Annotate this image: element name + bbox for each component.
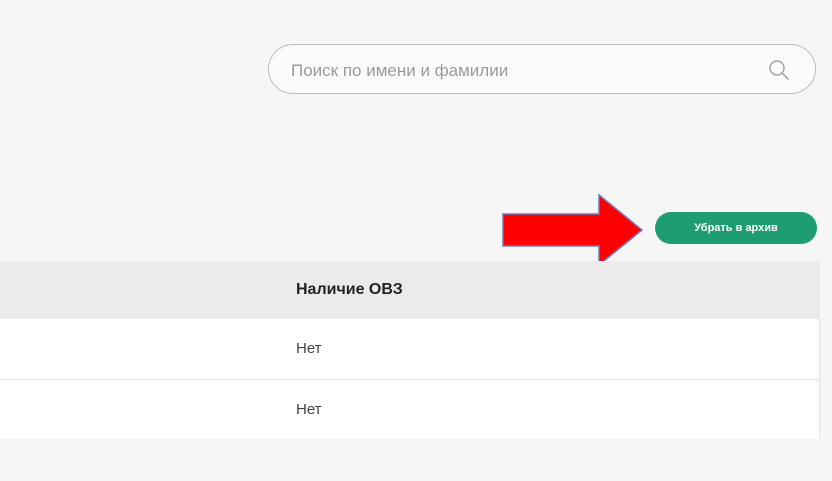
table-row[interactable]: Нет — [0, 379, 820, 439]
search-input[interactable] — [289, 57, 733, 85]
search-box[interactable] — [268, 44, 816, 94]
ovz-cell: Нет — [296, 340, 322, 357]
ovz-cell: Нет — [296, 401, 322, 418]
table-header: Наличие ОВЗ — [0, 261, 820, 319]
search-icon[interactable] — [767, 58, 791, 82]
table-row[interactable]: Нет — [0, 319, 820, 379]
archive-button[interactable]: Убрать в архив — [655, 212, 817, 244]
students-table: Наличие ОВЗ Нет Нет — [0, 261, 820, 439]
column-header-ovz: Наличие ОВЗ — [296, 281, 403, 298]
red-arrow-annotation — [502, 193, 644, 267]
